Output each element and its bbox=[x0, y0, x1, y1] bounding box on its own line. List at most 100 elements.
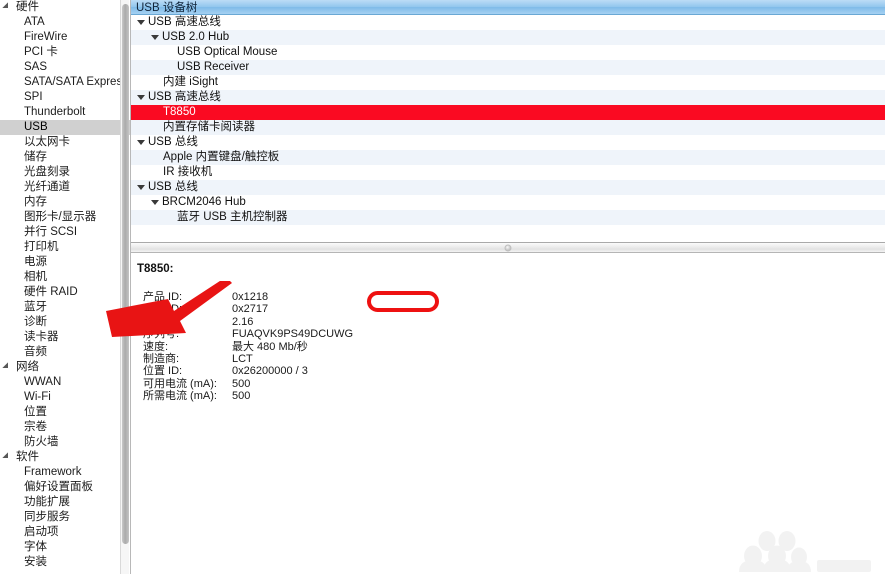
sidebar-item-硬件 RAID[interactable]: 硬件 RAID bbox=[0, 285, 130, 300]
tree-row[interactable]: BRCM2046 Hub bbox=[131, 195, 885, 210]
tree-row[interactable]: Apple 内置键盘/触控板 bbox=[131, 150, 885, 165]
property-label: 可用电流 (mA): bbox=[143, 377, 217, 390]
sidebar-item-启动项[interactable]: 启动项 bbox=[0, 525, 130, 540]
tree-disclosure-triangle-icon[interactable] bbox=[137, 95, 145, 100]
disclosure-triangle-icon[interactable] bbox=[2, 451, 14, 464]
tree-row-label: USB 总线 bbox=[148, 181, 198, 193]
sidebar-item-光盘刻录[interactable]: 光盘刻录 bbox=[0, 165, 130, 180]
sidebar-item-FireWire[interactable]: FireWire bbox=[0, 30, 130, 45]
tree-row-label: BRCM2046 Hub bbox=[162, 196, 246, 208]
sidebar-item-Wi-Fi[interactable]: Wi-Fi bbox=[0, 390, 130, 405]
sidebar-item-内存[interactable]: 内存 bbox=[0, 195, 130, 210]
sidebar-item-字体[interactable]: 字体 bbox=[0, 540, 130, 555]
usb-device-tree[interactable]: USB 高速总线 USB 2.0 Hub USB Optical Mouse USB … bbox=[131, 15, 885, 242]
tree-disclosure-triangle-icon[interactable] bbox=[151, 35, 159, 40]
property-label: 所需电流 (mA): bbox=[143, 390, 217, 403]
sidebar-item-ATA[interactable]: ATA bbox=[0, 15, 130, 30]
property-value: 500 bbox=[232, 377, 251, 390]
sidebar-item-宗卷[interactable]: 宗卷 bbox=[0, 420, 130, 435]
property-value: LCT bbox=[232, 352, 253, 365]
sidebar-item-安装[interactable]: 安装 bbox=[0, 555, 130, 570]
tree-row[interactable]: USB Receiver bbox=[131, 60, 885, 75]
tree-row[interactable]: USB 高速总线 bbox=[131, 90, 885, 105]
sidebar-item-诊断[interactable]: 诊断 bbox=[0, 315, 130, 330]
sidebar-item-功能扩展[interactable]: 功能扩展 bbox=[0, 495, 130, 510]
tree-row-label: USB Receiver bbox=[177, 61, 250, 73]
tree-row[interactable]: 内置存储卡阅读器 bbox=[131, 120, 885, 135]
tree-row[interactable]: 内建 iSight bbox=[131, 75, 885, 90]
property-row: 速度: 最大 480 Mb/秒 bbox=[135, 341, 885, 353]
tree-row[interactable]: USB 总线 bbox=[131, 180, 885, 195]
tree-row[interactable]: USB Optical Mouse bbox=[131, 45, 885, 60]
property-label: 序列号: bbox=[143, 328, 180, 341]
property-value: 500 bbox=[232, 390, 251, 403]
sidebar-item-位置[interactable]: 位置 bbox=[0, 405, 130, 420]
tree-row[interactable]: USB 2.0 Hub bbox=[131, 30, 885, 45]
sidebar-item-读卡器[interactable]: 读卡器 bbox=[0, 330, 130, 345]
sidebar-item-图形卡/显示器[interactable]: 图形卡/显示器 bbox=[0, 210, 130, 225]
tree-row-label: USB 总线 bbox=[148, 136, 198, 148]
sidebar-scrollbar-thumb[interactable] bbox=[122, 4, 129, 544]
system-information-window: 硬件 ATA FireWire PCI 卡 SAS SATA/SATA Express SP… bbox=[0, 0, 885, 574]
sidebar-item-SATA/SATA Express[interactable]: SATA/SATA Express bbox=[0, 75, 130, 90]
sidebar-item-蓝牙[interactable]: 蓝牙 bbox=[0, 300, 130, 315]
sidebar-item-WWAN[interactable]: WWAN bbox=[0, 375, 130, 390]
sidebar-item-Thunderbolt[interactable]: Thunderbolt bbox=[0, 105, 130, 120]
sidebar-group-网络[interactable]: 网络 bbox=[0, 360, 130, 375]
sidebar-group-label: 软件 bbox=[16, 451, 39, 463]
property-label: 速度: bbox=[143, 340, 169, 353]
property-label: 位置 ID: bbox=[143, 365, 183, 378]
sidebar-item-相机[interactable]: 相机 bbox=[0, 270, 130, 285]
sidebar-item-电源[interactable]: 电源 bbox=[0, 255, 130, 270]
tree-row-label: USB 高速总线 bbox=[148, 91, 221, 103]
sidebar-item-以太网卡[interactable]: 以太网卡 bbox=[0, 135, 130, 150]
sidebar-item-并行 SCSI[interactable]: 并行 SCSI bbox=[0, 225, 130, 240]
tree-row-label: USB 高速总线 bbox=[148, 16, 221, 28]
pane-splitter[interactable] bbox=[131, 242, 885, 253]
sidebar-item-偏好设置面板[interactable]: 偏好设置面板 bbox=[0, 480, 130, 495]
tree-row-label: Apple 内置键盘/触控板 bbox=[163, 151, 280, 163]
sidebar-list: 硬件 ATA FireWire PCI 卡 SAS SATA/SATA Express SP… bbox=[0, 0, 130, 570]
sidebar-group-软件[interactable]: 软件 bbox=[0, 450, 130, 465]
sidebar-item-音频[interactable]: 音频 bbox=[0, 345, 130, 360]
sidebar-item-SAS[interactable]: SAS bbox=[0, 60, 130, 75]
tree-disclosure-triangle-icon[interactable] bbox=[137, 140, 145, 145]
property-value: 0x1218 bbox=[232, 291, 269, 303]
sidebar-item-同步服务[interactable]: 同步服务 bbox=[0, 510, 130, 525]
sidebar-group-label: 硬件 bbox=[16, 1, 39, 13]
tree-disclosure-triangle-icon[interactable] bbox=[137, 20, 145, 25]
property-value: FUAQVK9PS49DCUWG bbox=[232, 328, 354, 341]
property-row: 厂商 ID: 0x2717 bbox=[135, 303, 885, 315]
tree-empty-row bbox=[131, 225, 885, 240]
tree-row[interactable]: IR 接收机 bbox=[131, 165, 885, 180]
disclosure-triangle-icon[interactable] bbox=[2, 361, 14, 374]
usb-device-tree-header: USB 设备树 bbox=[131, 0, 885, 15]
sidebar[interactable]: 硬件 ATA FireWire PCI 卡 SAS SATA/SATA Express SP… bbox=[0, 0, 131, 574]
disclosure-triangle-icon[interactable] bbox=[2, 1, 14, 14]
sidebar-item-防火墙[interactable]: 防火墙 bbox=[0, 435, 130, 450]
sidebar-item-Framework[interactable]: Framework bbox=[0, 465, 130, 480]
tree-row[interactable]: USB 高速总线 bbox=[131, 15, 885, 30]
tree-row[interactable]: USB 总线 bbox=[131, 135, 885, 150]
tree-row[interactable]: T8850 bbox=[131, 105, 885, 120]
tree-disclosure-triangle-icon[interactable] bbox=[151, 200, 159, 205]
sidebar-item-PCI 卡[interactable]: PCI 卡 bbox=[0, 45, 130, 60]
sidebar-scrollbar[interactable] bbox=[120, 0, 129, 574]
splitter-grip-icon[interactable] bbox=[504, 244, 512, 251]
tree-disclosure-triangle-icon[interactable] bbox=[137, 185, 145, 190]
property-value: 0x26200000 / 3 bbox=[232, 365, 308, 378]
sidebar-item-打印机[interactable]: 打印机 bbox=[0, 240, 130, 255]
sidebar-item-光纤通道[interactable]: 光纤通道 bbox=[0, 180, 130, 195]
property-row: 可用电流 (mA): 500 bbox=[135, 378, 885, 390]
property-value: 2.16 bbox=[232, 315, 254, 328]
tree-row-label: USB 2.0 Hub bbox=[162, 31, 230, 43]
tree-row-label: USB Optical Mouse bbox=[177, 46, 278, 58]
property-row: 产品 ID: 0x1218 bbox=[135, 291, 885, 303]
property-label: 制造商: bbox=[143, 352, 180, 365]
device-property-list: 产品 ID: 0x1218 厂商 ID: 0x2717 版本: 2.16 序列号: FUAQV… bbox=[135, 291, 885, 403]
sidebar-group-硬件[interactable]: 硬件 bbox=[0, 0, 130, 15]
tree-row[interactable]: 蓝牙 USB 主机控制器 bbox=[131, 210, 885, 225]
sidebar-item-SPI[interactable]: SPI bbox=[0, 90, 130, 105]
sidebar-item-USB[interactable]: USB bbox=[0, 120, 130, 135]
sidebar-item-储存[interactable]: 储存 bbox=[0, 150, 130, 165]
